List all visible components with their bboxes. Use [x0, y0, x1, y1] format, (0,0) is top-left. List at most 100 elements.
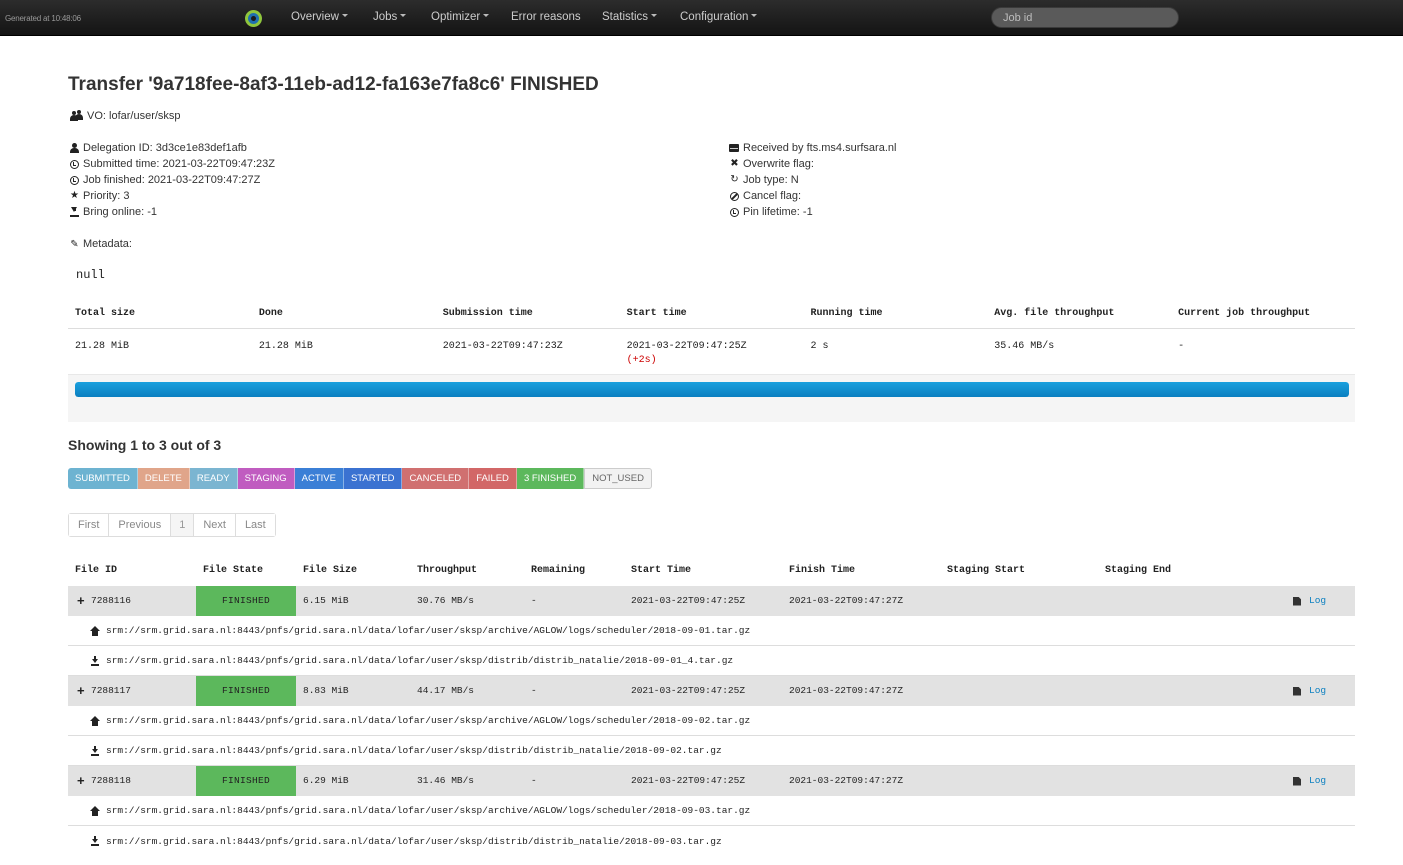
state-filter-not-used[interactable]: NOT_USED	[584, 468, 652, 489]
source-url: srm://srm.grid.sara.nl:8443/pnfs/grid.sa…	[106, 805, 751, 816]
home-icon	[90, 625, 100, 636]
received-by: Received by fts.ms4.surfsara.nl	[743, 142, 897, 154]
state-filter-failed[interactable]: FAILED	[469, 468, 517, 489]
nav-statistics[interactable]: Statistics	[602, 11, 658, 23]
file-throughput: 44.17 MB/s	[417, 685, 475, 696]
nav-jobs[interactable]: Jobs	[373, 11, 407, 23]
source-path-row: srm://srm.grid.sara.nl:8443/pnfs/grid.sa…	[68, 796, 1355, 826]
state-filter-started[interactable]: STARTED	[343, 468, 403, 489]
log-cell: Log	[1255, 676, 1355, 706]
state-filter-submitted[interactable]: SUBMITTED	[68, 468, 138, 489]
showing-count: Showing 1 to 3 out of 3	[68, 437, 222, 453]
download-icon	[90, 655, 100, 666]
files-header-cell: Finish Time	[789, 565, 856, 576]
caret-down-icon	[483, 14, 490, 18]
file-id-cell[interactable]: +7288117	[68, 676, 196, 706]
file-icon	[1293, 596, 1301, 606]
file-state-cell: FINISHED	[196, 676, 296, 706]
clock-icon	[70, 159, 79, 169]
destination-path-row: srm://srm.grid.sara.nl:8443/pnfs/grid.sa…	[68, 826, 1355, 856]
fts-logo-icon[interactable]	[245, 10, 262, 27]
state-filter-delete[interactable]: DELETE	[137, 468, 190, 489]
nav-error-reasons[interactable]: Error reasons	[511, 11, 581, 23]
file-start-time: 2021-03-22T09:47:25Z	[631, 685, 746, 696]
hdd-icon	[729, 144, 739, 152]
clock-icon	[70, 175, 79, 185]
summary-row: 21.28 MiB 21.28 MiB 2021-03-22T09:47:23Z…	[68, 329, 1355, 375]
file-row[interactable]: +7288116 FINISHED 6.15 MiB 30.76 MB/s -2021-…	[68, 586, 1355, 616]
file-row[interactable]: +7288117 FINISHED 8.83 MiB 44.17 MB/s -2021-…	[68, 676, 1355, 706]
pager-first[interactable]: First	[69, 514, 110, 536]
pager-current[interactable]: 1	[171, 514, 195, 536]
file-row[interactable]: +7288118 FINISHED 6.29 MiB 31.46 MB/s -2021-…	[68, 766, 1355, 796]
expand-plus-icon[interactable]: +	[77, 676, 85, 706]
top-navbar: Generated at 10:48:06 Overview Jobs Opti…	[0, 0, 1403, 36]
file-state-badge: FINISHED	[196, 766, 296, 796]
job-info-left: Delegation ID: 3d3ce1e83def1afb Submitte…	[69, 140, 275, 220]
state-filter-3-finished[interactable]: 3 FINISHED	[516, 468, 585, 489]
file-id-cell[interactable]: +7288116	[68, 586, 196, 616]
source-url: srm://srm.grid.sara.nl:8443/pnfs/grid.sa…	[106, 715, 751, 726]
cancel-flag: Cancel flag:	[743, 190, 802, 202]
metadata-value: null	[76, 268, 105, 282]
bring-online: Bring online: -1	[83, 206, 157, 218]
state-filter-staging[interactable]: STAGING	[237, 468, 295, 489]
files-header: File ID File State File Size Throughput …	[68, 560, 1355, 586]
file-id: 7288117	[91, 685, 131, 696]
pager-previous[interactable]: Previous	[109, 514, 172, 536]
file-finish-time: 2021-03-22T09:47:27Z	[789, 685, 904, 696]
nav-overview[interactable]: Overview	[291, 11, 348, 23]
download-icon	[90, 836, 100, 846]
current-throughput: -	[1178, 341, 1185, 352]
file-staging-start	[940, 586, 1098, 616]
file-id: 7288118	[91, 775, 131, 786]
state-filter-group: SUBMITTED DELETE READY STAGING ACTIVE STARTED…	[68, 468, 652, 489]
nav-configuration[interactable]: Configuration	[680, 11, 758, 23]
source-path-row: srm://srm.grid.sara.nl:8443/pnfs/grid.sa…	[68, 706, 1355, 736]
page-title: Transfer '9a718fee-8af3-11eb-ad12-fa163e…	[68, 74, 599, 95]
log-link[interactable]: Log	[1293, 586, 1355, 616]
file-state-badge: FINISHED	[196, 586, 296, 616]
progress-bar-fill	[75, 382, 1349, 397]
clock-icon	[730, 207, 739, 217]
file-icon	[1293, 686, 1301, 696]
file-staging-end	[1098, 586, 1255, 616]
download-icon	[69, 207, 80, 217]
nav-optimizer[interactable]: Optimizer	[431, 11, 490, 23]
pin-lifetime: Pin lifetime: -1	[743, 206, 813, 218]
file-remaining: -	[531, 685, 537, 696]
expand-plus-icon[interactable]: +	[77, 586, 85, 616]
state-filter-active[interactable]: ACTIVE	[294, 468, 344, 489]
avg-throughput: 35.46 MB/s	[994, 341, 1055, 352]
pencil-icon: ✎	[70, 238, 79, 250]
job-type: Job type: N	[743, 174, 799, 186]
priority: Priority: 3	[83, 190, 130, 202]
files-header-cell: Staging End	[1105, 565, 1172, 576]
expand-plus-icon[interactable]: +	[77, 766, 85, 796]
done-size: 21.28 MiB	[258, 341, 313, 352]
pager-next[interactable]: Next	[194, 514, 236, 536]
log-link[interactable]: Log	[1293, 766, 1355, 796]
file-id-cell[interactable]: +7288118	[68, 766, 196, 796]
state-filter-ready[interactable]: READY	[189, 468, 238, 489]
summary-header: Total size Done Submission time Start ti…	[68, 300, 1355, 329]
file-throughput: 31.46 MB/s	[417, 775, 475, 786]
vo-text: VO: lofar/user/sksp	[87, 110, 181, 122]
job-id-search-input[interactable]	[991, 7, 1179, 28]
file-remaining: -	[531, 595, 537, 606]
files-header-cell: File Size	[303, 565, 358, 576]
refresh-icon: ↻	[730, 174, 739, 185]
summary-header-cell: Avg. file throughput	[994, 308, 1115, 319]
files-header-cell: Throughput	[417, 565, 478, 576]
files-header-cell: Staging Start	[947, 565, 1026, 576]
state-filter-canceled[interactable]: CANCELED	[402, 468, 470, 489]
overwrite-flag: Overwrite flag:	[743, 158, 814, 170]
log-link[interactable]: Log	[1293, 676, 1355, 706]
start-time-cell: 2021-03-22T09:47:25Z (+2s)	[620, 329, 804, 375]
submission-time: 2021-03-22T09:47:23Z	[442, 341, 563, 352]
delegation-id: Delegation ID: 3d3ce1e83def1afb	[83, 142, 247, 154]
summary-header-cell: Current job throughput	[1178, 308, 1311, 319]
file-finish-time: 2021-03-22T09:47:27Z	[789, 595, 904, 606]
pager-last[interactable]: Last	[235, 514, 275, 536]
file-id: 7288116	[91, 595, 131, 606]
